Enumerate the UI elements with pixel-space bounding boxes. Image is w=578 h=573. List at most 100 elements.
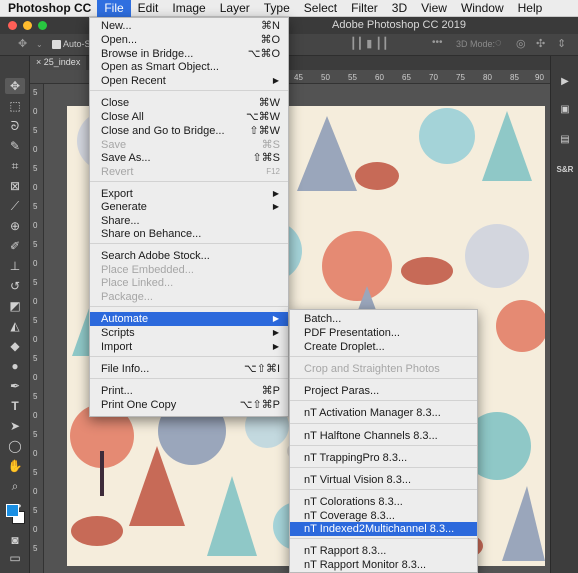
automate-item-project-paras[interactable]: Project Paras...: [290, 384, 477, 398]
ruler-tick: 0: [33, 411, 38, 420]
automate-item-create-droplet[interactable]: Create Droplet...: [290, 340, 477, 354]
automate-item-nt-activation-manager-8-3[interactable]: nT Activation Manager 8.3...: [290, 406, 477, 420]
file-menu-item-print[interactable]: Print... ⌘P: [90, 384, 288, 398]
menu-layer[interactable]: Layer: [213, 0, 257, 17]
menu-item-label: Export: [101, 188, 133, 200]
app-name[interactable]: Photoshop CC: [0, 1, 97, 15]
chevron-down-icon[interactable]: ⌄: [36, 40, 43, 49]
menu-file[interactable]: File: [97, 0, 131, 17]
quick-select-tool-icon[interactable]: ✎: [5, 138, 25, 154]
3d-orbit-icon[interactable]: ◌: [495, 37, 502, 49]
ellipse-tool-icon[interactable]: ◯: [5, 438, 25, 454]
menu-window[interactable]: Window: [454, 0, 511, 17]
crop-tool-icon[interactable]: ⌗: [5, 158, 25, 174]
file-menu-item-generate[interactable]: Generate ▶: [90, 200, 288, 214]
pen-tool-icon[interactable]: ✒: [5, 378, 25, 394]
file-menu-item-search-adobe-stock[interactable]: Search Adobe Stock...: [90, 249, 288, 263]
file-menu-item-browse-in-bridge[interactable]: Browse in Bridge... ⌥⌘O: [90, 47, 288, 61]
play-action-icon[interactable]: ▶: [556, 74, 574, 90]
file-menu-item-automate[interactable]: Automate ▶: [90, 312, 288, 326]
file-menu-item-export[interactable]: Export ▶: [90, 187, 288, 201]
more-options-icon[interactable]: •••: [432, 37, 443, 48]
close-window-button[interactable]: [8, 21, 17, 30]
move-tool-icon[interactable]: ✥: [5, 78, 25, 94]
file-menu-item-new[interactable]: New... ⌘N: [90, 19, 288, 33]
dodge-tool-icon[interactable]: ●: [5, 358, 25, 374]
menu-shortcut: ⌘S: [261, 139, 280, 151]
file-menu-item-import[interactable]: Import ▶: [90, 340, 288, 354]
close-tab-icon[interactable]: ×: [36, 57, 41, 67]
type-tool-icon[interactable]: T: [5, 398, 25, 414]
sr-plugin-button[interactable]: S&R: [556, 162, 574, 178]
foreground-color-swatch[interactable]: [6, 504, 19, 517]
automate-item-nt-indexed2multichannel-8-3[interactable]: nT Indexed2Multichannel 8.3...: [290, 522, 477, 536]
automate-item-nt-trappingpro-8-3[interactable]: nT TrappingPro 8.3...: [290, 451, 477, 465]
quick-mask-icon[interactable]: ◙: [5, 532, 25, 548]
screen-mode-icon[interactable]: ▭: [5, 550, 25, 566]
hand-tool-icon[interactable]: ✋: [5, 458, 25, 474]
menu-image[interactable]: Image: [165, 0, 212, 17]
file-menu-item-share[interactable]: Share...: [90, 214, 288, 228]
ruler-tick: 5: [33, 392, 38, 401]
move-tool-icon[interactable]: ✥: [18, 37, 27, 50]
automate-item-nt-coverage-8-3[interactable]: nT Coverage 8.3...: [290, 509, 477, 523]
menu-view[interactable]: View: [414, 0, 454, 17]
marquee-tool-icon[interactable]: ⬚: [5, 98, 25, 114]
automate-item-crop-and-straighten-photos: Crop and Straighten Photos: [290, 362, 477, 376]
zoom-window-button[interactable]: [38, 21, 47, 30]
menu-3d[interactable]: 3D: [385, 0, 414, 17]
eyedropper-tool-icon[interactable]: ⟋: [5, 198, 25, 214]
ruler-tick: 5: [33, 126, 38, 135]
menu-type[interactable]: Type: [257, 0, 297, 17]
menu-shortcut: ⌘P: [261, 385, 280, 397]
auto-select-label: Auto-S: [63, 39, 91, 49]
3d-slide-icon[interactable]: ⇕: [557, 37, 566, 50]
auto-select-checkbox[interactable]: [52, 40, 61, 49]
menu-select[interactable]: Select: [297, 0, 344, 17]
automate-item-nt-rapport-monitor-8-3[interactable]: nT Rapport Monitor 8.3...: [290, 558, 477, 572]
file-menu-item-close-and-go-to-bridge[interactable]: Close and Go to Bridge... ⇧⌘W: [90, 124, 288, 138]
file-menu-item-open-recent[interactable]: Open Recent ▶: [90, 74, 288, 88]
eraser-tool-icon[interactable]: ◩: [5, 298, 25, 314]
properties-panel-icon[interactable]: ▣: [556, 102, 574, 118]
menu-filter[interactable]: Filter: [344, 0, 385, 17]
blur-tool-icon[interactable]: ◆: [5, 338, 25, 354]
3d-pan-icon[interactable]: ✣: [536, 37, 545, 50]
zoom-tool-icon[interactable]: ⌕: [5, 478, 25, 494]
automate-item-nt-halftone-channels-8-3[interactable]: nT Halftone Channels 8.3...: [290, 429, 477, 443]
document-tab[interactable]: × 25_index: [30, 56, 87, 70]
file-menu-item-open-as-smart-object[interactable]: Open as Smart Object...: [90, 60, 288, 74]
healing-brush-icon[interactable]: ⊕: [5, 218, 25, 234]
ruler-tick: 50: [321, 73, 330, 82]
path-select-icon[interactable]: ➤: [5, 418, 25, 434]
file-menu-item-share-on-behance[interactable]: Share on Behance...: [90, 227, 288, 241]
automate-item-nt-virtual-vision-8-3[interactable]: nT Virtual Vision 8.3...: [290, 473, 477, 487]
brush-tool-icon[interactable]: ✐: [5, 238, 25, 254]
menu-help[interactable]: Help: [511, 0, 550, 17]
libraries-panel-icon[interactable]: ▤: [556, 132, 574, 148]
menu-shortcut: ⌘W: [258, 97, 280, 109]
menu-edit[interactable]: Edit: [131, 0, 166, 17]
automate-item-pdf-presentation[interactable]: PDF Presentation...: [290, 326, 477, 340]
file-menu-item-open[interactable]: Open... ⌘O: [90, 33, 288, 47]
automate-item-nt-rapport-8-3[interactable]: nT Rapport 8.3...: [290, 544, 477, 558]
ruler-tick: 85: [510, 73, 519, 82]
lasso-tool-icon[interactable]: ᘐ: [5, 118, 25, 134]
file-menu-item-file-info[interactable]: File Info... ⌥⇧⌘I: [90, 362, 288, 376]
frame-tool-icon[interactable]: ⊠: [5, 178, 25, 194]
automate-item-nt-colorations-8-3[interactable]: nT Colorations 8.3...: [290, 495, 477, 509]
vertical-ruler: 5 0 5 0 5 0 5 0 5 0 5 0 5 0 5 0 5 0 5 0 5 0 5 0 5: [30, 84, 44, 573]
file-menu-item-close[interactable]: Close ⌘W: [90, 96, 288, 110]
minimize-window-button[interactable]: [23, 21, 32, 30]
history-brush-icon[interactable]: ↺: [5, 278, 25, 294]
3d-roll-icon[interactable]: ◎: [516, 37, 526, 50]
file-menu-item-save-as[interactable]: Save As... ⇧⌘S: [90, 151, 288, 165]
menu-item-label: Print One Copy: [101, 399, 177, 411]
paint-bucket-icon[interactable]: ◭: [5, 318, 25, 334]
automate-item-batch[interactable]: Batch...: [290, 312, 477, 326]
file-menu-item-print-one-copy[interactable]: Print One Copy ⌥⇧⌘P: [90, 398, 288, 412]
file-menu-item-scripts[interactable]: Scripts ▶: [90, 326, 288, 340]
stamp-tool-icon[interactable]: ⊥: [5, 258, 25, 274]
align-icons[interactable]: ┃┃ ▮ ┃┃: [350, 37, 389, 50]
file-menu-item-close-all[interactable]: Close All ⌥⌘W: [90, 110, 288, 124]
